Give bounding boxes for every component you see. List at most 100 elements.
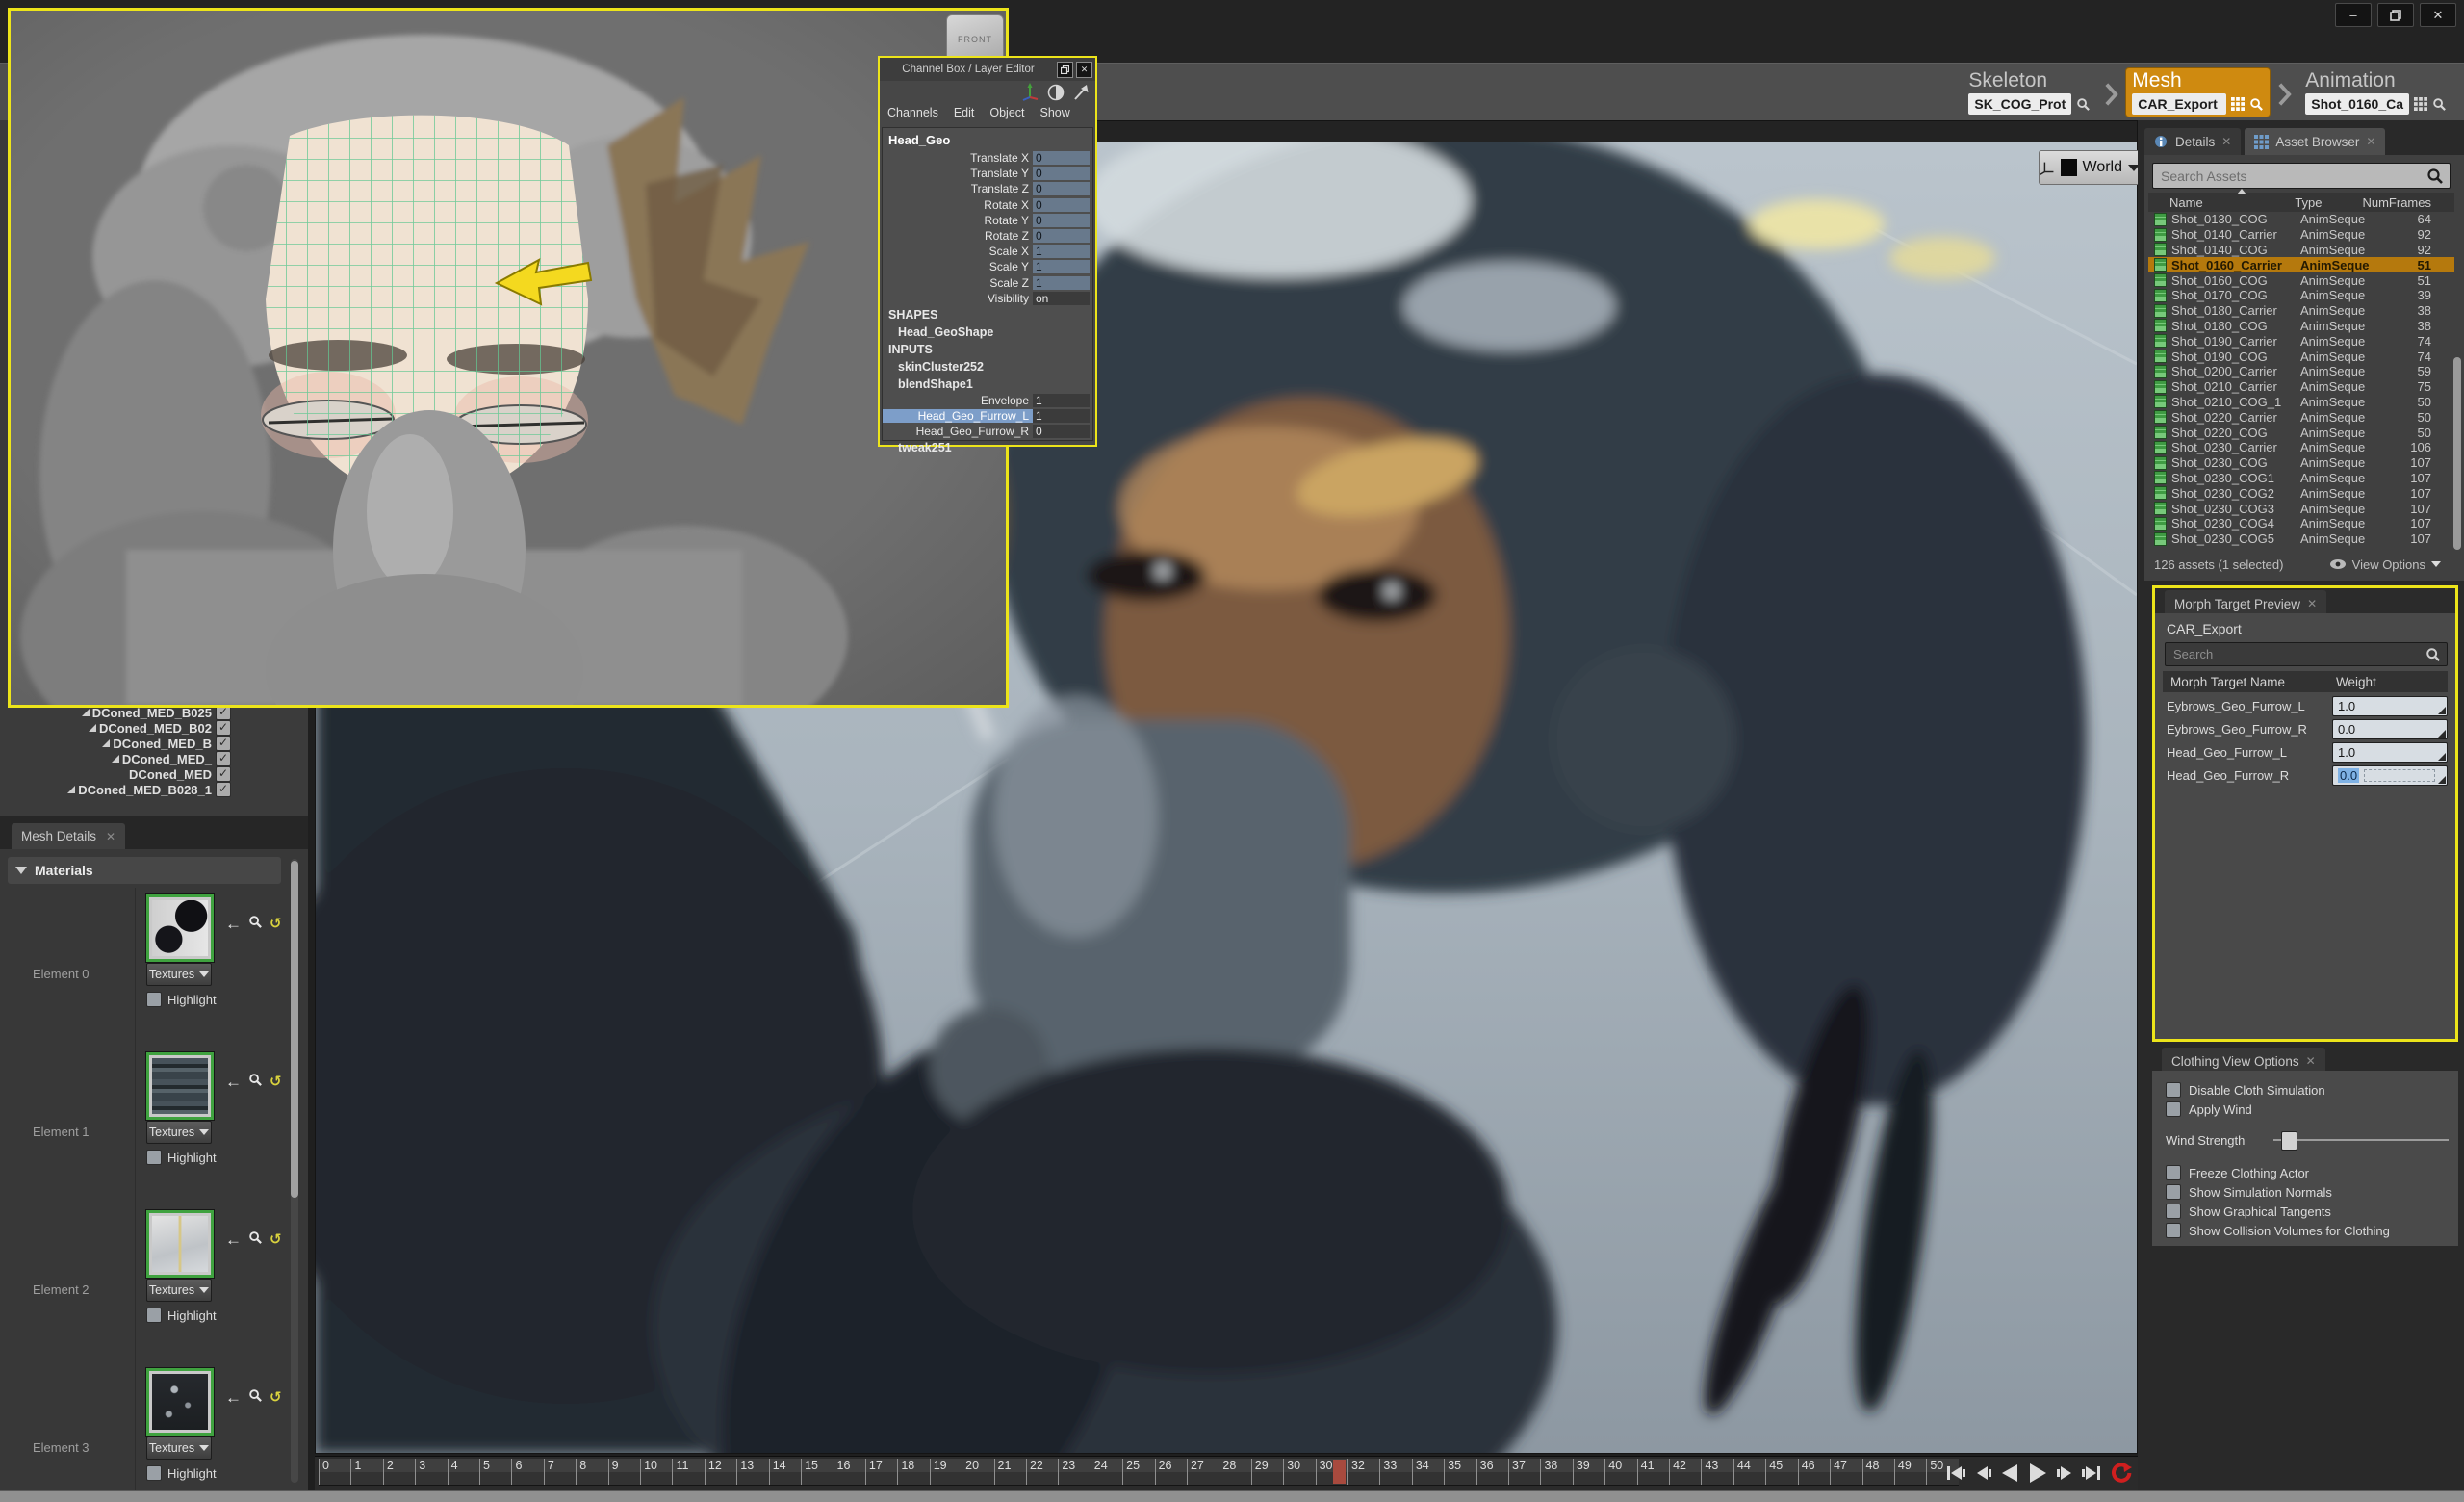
search-icon[interactable]: [2249, 97, 2264, 112]
skeleton-tree-row[interactable]: DConed_MED_B028_1✓: [0, 782, 308, 797]
asset-row[interactable]: Shot_0130_COGAnimSeque64: [2148, 212, 2454, 227]
timeline-tick[interactable]: 19: [930, 1459, 962, 1485]
timeline-tick[interactable]: 34: [1412, 1459, 1444, 1485]
reset-icon[interactable]: ↺: [270, 1233, 282, 1247]
materials-section-header[interactable]: Materials: [8, 857, 281, 884]
search-icon[interactable]: [2432, 97, 2447, 112]
timeline-tick[interactable]: 2: [383, 1459, 415, 1485]
checkbox[interactable]: ✓: [216, 736, 231, 751]
view-options-button[interactable]: View Options: [2329, 557, 2454, 572]
channel-label[interactable]: Translate Z: [883, 182, 1033, 195]
skeleton-tree-row[interactable]: DConed_MED_B02✓: [0, 720, 308, 736]
channel-label[interactable]: Translate Y: [883, 167, 1033, 180]
timeline-tick[interactable]: 8: [576, 1459, 607, 1485]
morph-weight-input[interactable]: 0.0: [2332, 765, 2448, 786]
minimize-icon[interactable]: –: [2335, 3, 2372, 27]
timeline-tick[interactable]: 21: [994, 1459, 1026, 1485]
checkbox[interactable]: [146, 1308, 162, 1323]
morph-weight-input[interactable]: 1.0: [2332, 742, 2448, 763]
restore-icon[interactable]: [1057, 62, 1073, 78]
render-sphere-icon[interactable]: [1047, 84, 1065, 101]
channel-node-name[interactable]: blendShape1: [883, 376, 1092, 393]
expand-triangle-icon[interactable]: [67, 786, 75, 793]
asset-row[interactable]: Shot_0230_COG5AnimSeque107: [2148, 531, 2454, 547]
asset-row[interactable]: Shot_0230_CarrierAnimSeque106: [2148, 440, 2454, 455]
channel-box-title-bar[interactable]: Channel Box / Layer Editor ✕: [880, 58, 1095, 81]
textures-dropdown[interactable]: Textures: [146, 1121, 212, 1144]
timeline-tick[interactable]: 49: [1894, 1459, 1926, 1485]
play-forward-button[interactable]: [2027, 1463, 2048, 1484]
material-thumbnail[interactable]: [146, 1052, 214, 1120]
reset-icon[interactable]: ↺: [270, 918, 282, 931]
expand-triangle-icon[interactable]: [82, 709, 90, 716]
loop-button[interactable]: [2110, 1462, 2133, 1485]
morph-weight-input[interactable]: 1.0: [2332, 696, 2448, 716]
morph-search-input[interactable]: [2166, 647, 2426, 661]
grid-icon[interactable]: [2414, 97, 2427, 111]
breadcrumb-stage-mesh[interactable]: MeshCAR_Export: [2126, 68, 2270, 117]
asset-list-header[interactable]: Name Type NumFrames: [2148, 193, 2454, 212]
checkbox[interactable]: ✓: [216, 720, 231, 736]
channel-value-field[interactable]: 0: [1033, 198, 1090, 212]
checkbox[interactable]: [146, 1465, 162, 1481]
asset-row[interactable]: Shot_0230_COG3AnimSeque107: [2148, 501, 2454, 516]
timeline-tick[interactable]: 23: [1058, 1459, 1090, 1485]
channel-label[interactable]: Visibility: [883, 292, 1033, 305]
drag-corner-icon[interactable]: [2438, 730, 2446, 738]
reset-icon[interactable]: ↺: [270, 1391, 282, 1405]
breadcrumb-asset-field[interactable]: SK_COG_Prot: [1968, 93, 2071, 115]
asset-row[interactable]: Shot_0190_CarrierAnimSeque74: [2148, 333, 2454, 349]
timeline-ruler[interactable]: 0123456789101112131415161718192021222324…: [319, 1459, 1959, 1486]
breadcrumb-asset-field[interactable]: Shot_0160_Ca: [2305, 93, 2409, 115]
asset-row[interactable]: Shot_0230_COG2AnimSeque107: [2148, 485, 2454, 501]
step-forward-button[interactable]: [2056, 1465, 2073, 1481]
browse-icon[interactable]: [248, 1388, 263, 1408]
checkbox[interactable]: ✓: [216, 782, 231, 797]
timeline-tick[interactable]: 16: [834, 1459, 865, 1485]
step-back-button[interactable]: [1975, 1465, 1992, 1481]
use-selected-icon[interactable]: ←: [225, 1233, 242, 1247]
checkbox[interactable]: ✓: [216, 766, 231, 782]
asset-row[interactable]: Shot_0190_COGAnimSeque74: [2148, 349, 2454, 364]
close-icon[interactable]: ✕: [106, 830, 116, 843]
drag-corner-icon[interactable]: [2438, 707, 2446, 714]
material-thumbnail[interactable]: [146, 1368, 214, 1436]
timeline-tick[interactable]: 39: [1573, 1459, 1604, 1485]
timeline-tick[interactable]: 1: [350, 1459, 382, 1485]
timeline-tick[interactable]: 36: [1476, 1459, 1508, 1485]
asset-row[interactable]: Shot_0200_CarrierAnimSeque59: [2148, 364, 2454, 379]
column-type[interactable]: Type: [2295, 195, 2362, 210]
drag-corner-icon[interactable]: [2438, 776, 2446, 784]
channel-label[interactable]: Rotate Y: [883, 214, 1033, 227]
timeline-tick[interactable]: 47: [1830, 1459, 1861, 1485]
checkbox[interactable]: [2166, 1165, 2181, 1180]
timeline-tick[interactable]: 46: [1798, 1459, 1830, 1485]
skeleton-tree-row[interactable]: DConed_MED_✓: [0, 751, 308, 766]
channel-value-field[interactable]: 0: [1033, 182, 1090, 195]
breadcrumb-stage-animation[interactable]: AnimationShot_0160_Ca: [2299, 68, 2452, 117]
asset-row[interactable]: Shot_0220_COGAnimSeque50: [2148, 425, 2454, 440]
textures-dropdown[interactable]: Textures: [146, 1279, 212, 1302]
channel-node-name[interactable]: Head_GeoShape: [883, 324, 1092, 341]
timeline-tick[interactable]: 48: [1862, 1459, 1894, 1485]
timeline-tick[interactable]: 26: [1155, 1459, 1187, 1485]
checkbox[interactable]: [2166, 1204, 2181, 1219]
tab-asset-browser[interactable]: Asset Browser ✕: [2245, 128, 2385, 155]
wind-strength-slider[interactable]: [2273, 1130, 2449, 1150]
browse-icon[interactable]: [248, 1230, 263, 1250]
checkbox[interactable]: [2166, 1101, 2181, 1117]
checkbox[interactable]: [146, 992, 162, 1007]
timeline-tick[interactable]: 42: [1669, 1459, 1701, 1485]
timeline-tick[interactable]: 29: [1251, 1459, 1283, 1485]
asset-row[interactable]: Shot_0210_CarrierAnimSeque75: [2148, 379, 2454, 395]
skeleton-tree-row[interactable]: DConed_MED✓: [0, 766, 308, 782]
close-icon[interactable]: ✕: [2221, 135, 2231, 148]
channel-value-field[interactable]: 1: [1033, 409, 1090, 423]
material-thumbnail[interactable]: [146, 894, 214, 962]
arrow-cursor-icon[interactable]: [1072, 84, 1090, 101]
to-front-button[interactable]: [1946, 1465, 1967, 1481]
column-name[interactable]: Name: [2148, 195, 2295, 210]
use-selected-icon[interactable]: ←: [225, 918, 242, 931]
channel-label[interactable]: Translate X: [883, 151, 1033, 165]
timeline-tick[interactable]: 44: [1733, 1459, 1765, 1485]
